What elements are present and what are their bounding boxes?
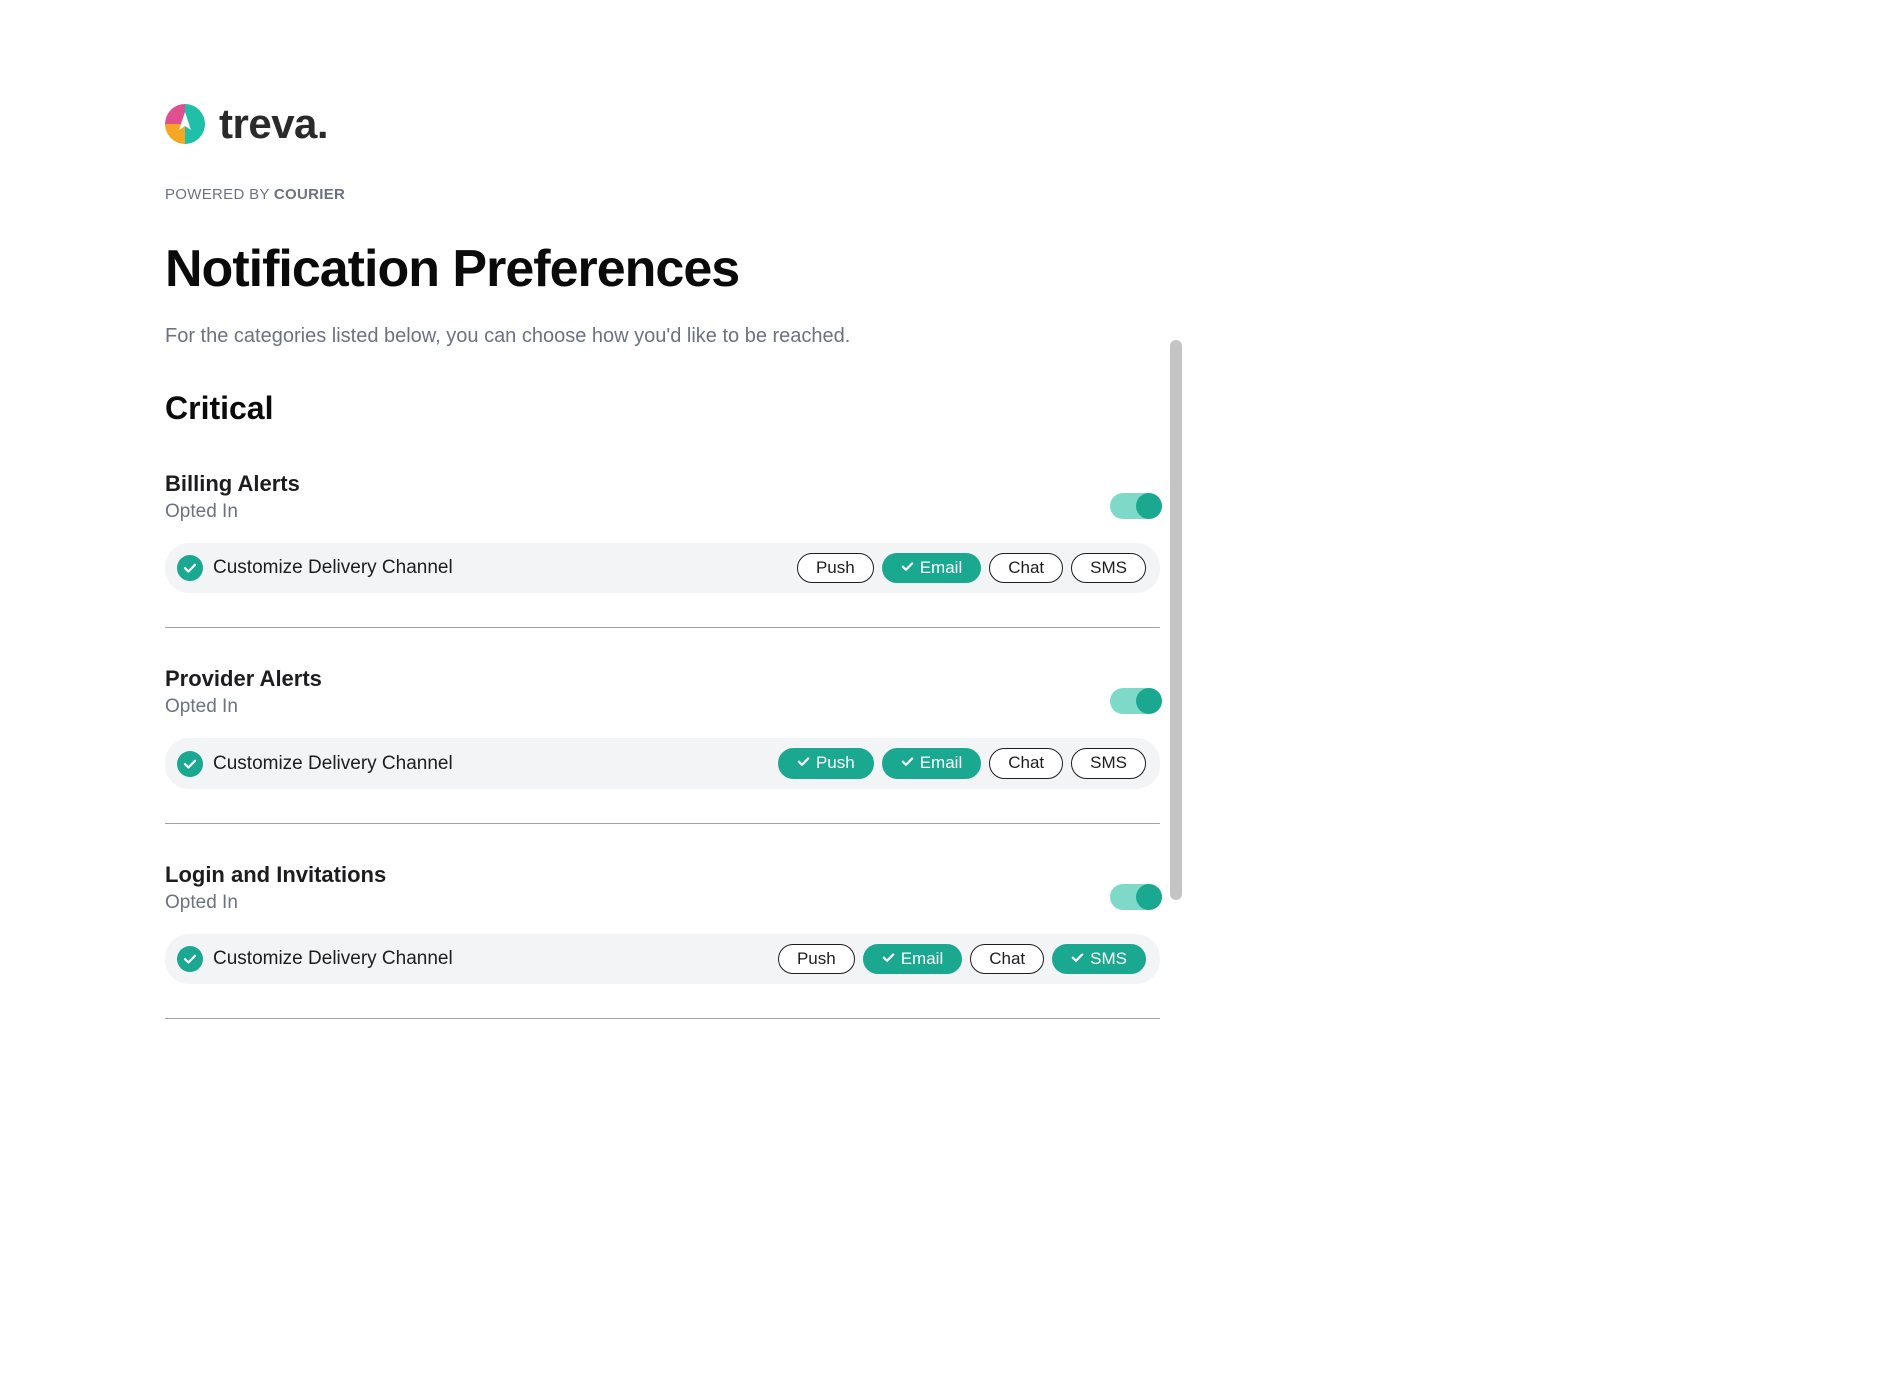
customize-label: Customize Delivery Channel [213, 557, 453, 579]
page-subtitle: For the categories listed below, you can… [165, 325, 1160, 348]
toggle-knob [1136, 493, 1162, 519]
check-icon [177, 555, 203, 581]
check-icon [797, 753, 810, 773]
channel-chip-sms[interactable]: SMS [1052, 944, 1146, 974]
chip-label: Push [816, 753, 855, 773]
chip-label: Chat [989, 949, 1025, 969]
channel-chip-sms[interactable]: SMS [1071, 553, 1146, 583]
brand-logo-row: treva. [165, 100, 1160, 148]
channel-chip-email[interactable]: Email [863, 944, 963, 974]
preference-group: Login and Invitations Opted In Customize… [165, 862, 1160, 1019]
divider [165, 627, 1160, 628]
group-status: Opted In [165, 501, 300, 523]
channel-chip-push[interactable]: Push [778, 944, 855, 974]
powered-by-prefix: POWERED BY [165, 186, 274, 203]
opt-in-toggle[interactable] [1110, 688, 1160, 714]
channel-chip-chat[interactable]: Chat [989, 748, 1063, 778]
chip-label: SMS [1090, 558, 1127, 578]
group-name: Login and Invitations [165, 862, 386, 888]
page-title: Notification Preferences [165, 239, 1160, 299]
powered-by: POWERED BY COURIER [165, 186, 1160, 203]
channel-chip-chat[interactable]: Chat [989, 553, 1063, 583]
opt-in-toggle[interactable] [1110, 493, 1160, 519]
chip-label: Email [901, 949, 944, 969]
channel-chip-push[interactable]: Push [797, 553, 874, 583]
check-icon [882, 949, 895, 969]
opt-in-toggle[interactable] [1110, 884, 1160, 910]
chip-label: Push [816, 558, 855, 578]
channel-chip-chat[interactable]: Chat [970, 944, 1044, 974]
chip-label: Chat [1008, 753, 1044, 773]
chip-label: Push [797, 949, 836, 969]
group-header: Provider Alerts Opted In [165, 666, 1160, 718]
delivery-channel-panel: Customize Delivery Channel Push Email Ch… [165, 738, 1160, 788]
customize-label: Customize Delivery Channel [213, 753, 453, 775]
group-name: Provider Alerts [165, 666, 322, 692]
check-icon [901, 753, 914, 773]
check-icon [901, 558, 914, 578]
brand-logo-icon [165, 104, 205, 144]
toggle-knob [1136, 884, 1162, 910]
customize-label: Customize Delivery Channel [213, 948, 453, 970]
chip-label: SMS [1090, 949, 1127, 969]
toggle-knob [1136, 688, 1162, 714]
channel-chip-email[interactable]: Email [882, 748, 982, 778]
channel-chips: Push Email Chat SMS [778, 944, 1146, 974]
channel-chips: Push Email Chat SMS [778, 748, 1146, 778]
channel-chips: Push Email Chat SMS [797, 553, 1146, 583]
chip-label: SMS [1090, 753, 1127, 773]
chip-label: Chat [1008, 558, 1044, 578]
brand-name: treva. [219, 100, 328, 148]
divider [165, 823, 1160, 824]
preference-group: Provider Alerts Opted In Customize Deliv… [165, 666, 1160, 823]
group-status: Opted In [165, 892, 386, 914]
check-icon [177, 946, 203, 972]
channel-chip-sms[interactable]: SMS [1071, 748, 1146, 778]
delivery-channel-panel: Customize Delivery Channel Push Email Ch… [165, 934, 1160, 984]
delivery-channel-panel: Customize Delivery Channel Push Email Ch… [165, 543, 1160, 593]
check-icon [1071, 949, 1084, 969]
chip-label: Email [920, 753, 963, 773]
check-icon [177, 751, 203, 777]
group-header: Login and Invitations Opted In [165, 862, 1160, 914]
group-name: Billing Alerts [165, 471, 300, 497]
scrollbar[interactable] [1160, 0, 1190, 1057]
group-status: Opted In [165, 696, 322, 718]
channel-chip-push[interactable]: Push [778, 748, 874, 778]
scrollbar-thumb[interactable] [1170, 340, 1182, 900]
chip-label: Email [920, 558, 963, 578]
section-title: Critical [165, 390, 1160, 427]
scrollbar-track[interactable] [1170, 340, 1182, 940]
channel-chip-email[interactable]: Email [882, 553, 982, 583]
preference-group: Billing Alerts Opted In Customize Delive… [165, 471, 1160, 628]
powered-by-name: COURIER [274, 186, 345, 203]
group-header: Billing Alerts Opted In [165, 471, 1160, 523]
divider [165, 1018, 1160, 1019]
